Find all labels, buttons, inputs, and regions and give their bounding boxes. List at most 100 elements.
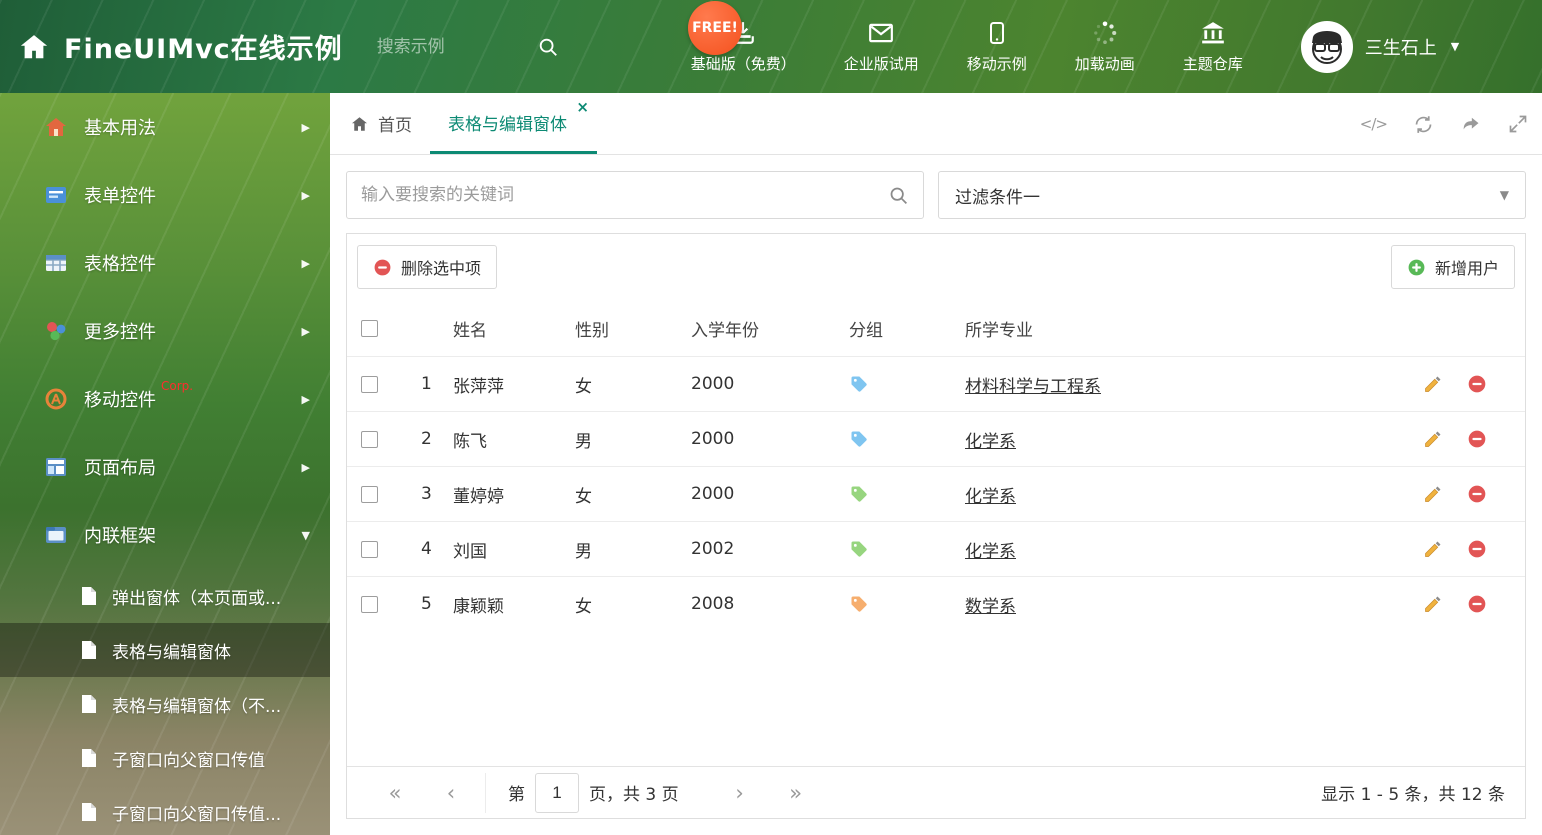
sidebar-subitem-grid-edit-window-2[interactable]: 表格与编辑窗体（不...	[0, 677, 330, 731]
arrow-right-icon: ▶	[301, 392, 310, 406]
delete-selected-button[interactable]: 删除选中项	[357, 245, 498, 289]
nav-label: 基础版（免费）	[690, 54, 796, 73]
tab-label: 表格与编辑窗体	[448, 114, 567, 135]
avatar	[1300, 20, 1353, 73]
file-icon	[82, 695, 96, 713]
edit-icon[interactable]	[1423, 484, 1443, 504]
page-number-input[interactable]	[535, 772, 579, 813]
refresh-icon[interactable]	[1413, 114, 1434, 135]
row-checkbox[interactable]	[361, 595, 378, 613]
sidebar-item-more-controls[interactable]: 更多控件 ▶	[0, 297, 330, 365]
free-badge: FREE!	[688, 1, 742, 55]
mobile-icon	[989, 21, 1004, 44]
edit-icon[interactable]	[1423, 594, 1443, 614]
col-header-name[interactable]: 姓名	[453, 300, 575, 356]
sidebar-subitem-child-to-parent[interactable]: 子窗口向父窗口传值	[0, 731, 330, 785]
header-search-input[interactable]	[376, 36, 527, 57]
arrow-right-icon: ▶	[301, 460, 310, 474]
major-link[interactable]: 化学系	[965, 427, 1016, 452]
cell-name: 陈飞	[453, 411, 575, 466]
cell-name: 董婷婷	[453, 466, 575, 521]
search-icon[interactable]	[537, 36, 559, 58]
nav-item-enterprise-trial[interactable]: 企业版试用	[820, 20, 943, 74]
sidebar: 基本用法 ▶ 表单控件 ▶ 表格控件 ▶ 更多控件 ▶ 移动控件 Corp. ▶…	[0, 93, 330, 835]
sidebar-item-mobile-controls[interactable]: 移动控件 Corp. ▶	[0, 365, 330, 433]
sidebar-item-iframe[interactable]: 内联框架 ▼	[0, 501, 330, 569]
row-checkbox[interactable]	[361, 540, 378, 558]
major-link[interactable]: 数学系	[965, 592, 1016, 617]
tab-home[interactable]: 首页	[332, 93, 430, 154]
prev-page-button[interactable]: ‹	[423, 781, 479, 805]
share-icon[interactable]	[1460, 114, 1482, 134]
page-number-group: 第 页，共 3 页	[485, 772, 701, 813]
col-header-group[interactable]: 分组	[849, 300, 965, 356]
user-menu[interactable]: 三生石上 ▼	[1300, 20, 1459, 73]
major-link[interactable]: 材料科学与工程系	[965, 372, 1101, 397]
cell-name: 康颖颖	[453, 576, 575, 631]
grid-panel: 删除选中项 新增用户 姓名 性别 入学年份 分组 所学专业 1 张萍萍 女 20…	[346, 233, 1526, 819]
edit-icon[interactable]	[1423, 429, 1443, 449]
corp-badge: Corp.	[161, 379, 194, 393]
file-icon	[82, 749, 96, 767]
major-link[interactable]: 化学系	[965, 537, 1016, 562]
delete-icon[interactable]	[1467, 594, 1487, 614]
tag-icon	[851, 486, 867, 502]
row-index: 1	[405, 356, 453, 411]
sidebar-item-form-controls[interactable]: 表单控件 ▶	[0, 161, 330, 229]
file-icon	[82, 803, 96, 821]
sidebar-item-label: 基本用法	[84, 118, 156, 139]
edit-icon[interactable]	[1423, 374, 1443, 394]
grid-toolbar: 删除选中项 新增用户	[347, 234, 1525, 300]
add-user-button[interactable]: 新增用户	[1390, 245, 1515, 289]
keyword-search-box	[346, 171, 924, 219]
edit-icon[interactable]	[1423, 539, 1443, 559]
table-row: 5 康颖颖 女 2008 数学系	[347, 576, 1525, 631]
col-header-gender[interactable]: 性别	[575, 300, 691, 356]
select-all-checkbox[interactable]	[361, 319, 378, 337]
tag-icon	[851, 376, 867, 392]
home-icon	[352, 116, 367, 131]
sidebar-subitem-popup-window[interactable]: 弹出窗体（本页面或...	[0, 569, 330, 623]
user-name: 三生石上	[1364, 37, 1437, 59]
next-page-button[interactable]: ›	[712, 781, 768, 805]
nav-item-mobile-demo[interactable]: 移动示例	[943, 20, 1051, 74]
sidebar-item-page-layout[interactable]: 页面布局 ▶	[0, 433, 330, 501]
keyword-search-input[interactable]	[361, 185, 888, 205]
table-row: 1 张萍萍 女 2000 材料科学与工程系	[347, 356, 1525, 411]
col-header-major[interactable]: 所学专业	[965, 300, 1413, 356]
nav-label: 主题仓库	[1182, 54, 1243, 73]
sidebar-subitem-child-to-parent-2[interactable]: 子窗口向父窗口传值...	[0, 785, 330, 835]
source-code-icon[interactable]: </>	[1360, 115, 1388, 133]
row-checkbox[interactable]	[361, 485, 378, 503]
nav-item-loading-animation[interactable]: 加载动画	[1051, 20, 1159, 74]
delete-icon[interactable]	[1467, 539, 1487, 559]
tab-grid-edit-window[interactable]: 表格与编辑窗体 ×	[430, 93, 597, 154]
last-page-button[interactable]: »	[768, 781, 824, 805]
delete-icon[interactable]	[1467, 484, 1487, 504]
nav-item-theme-store[interactable]: 主题仓库	[1159, 20, 1267, 74]
record-summary: 显示 1 - 5 条，共 12 条	[1321, 785, 1505, 805]
filter-dropdown[interactable]: 过滤条件一 ▼	[938, 171, 1526, 219]
row-index: 2	[405, 411, 453, 466]
frame-icon	[46, 527, 66, 543]
filter-dropdown-value: 过滤条件一	[955, 187, 1040, 208]
sidebar-subitem-grid-edit-window[interactable]: 表格与编辑窗体	[0, 623, 330, 677]
sidebar-item-grid-controls[interactable]: 表格控件 ▶	[0, 229, 330, 297]
first-page-button[interactable]: «	[367, 781, 423, 805]
delete-icon[interactable]	[1467, 374, 1487, 394]
cell-year: 2008	[691, 576, 849, 631]
major-link[interactable]: 化学系	[965, 482, 1016, 507]
close-icon[interactable]: ×	[576, 100, 589, 115]
delete-icon[interactable]	[1467, 429, 1487, 449]
brand[interactable]: FineUIMvc在线示例	[18, 27, 343, 66]
row-checkbox[interactable]	[361, 375, 378, 393]
nav-label: 加载动画	[1074, 54, 1135, 73]
sidebar-item-basic-usage[interactable]: 基本用法 ▶	[0, 93, 330, 161]
col-header-year[interactable]: 入学年份	[691, 300, 849, 356]
expand-icon[interactable]	[1508, 114, 1528, 134]
cell-gender: 女	[575, 356, 691, 411]
tab-bar: 首页 表格与编辑窗体 × </>	[330, 93, 1542, 155]
row-checkbox[interactable]	[361, 430, 378, 448]
app-title: FineUIMvc在线示例	[64, 34, 343, 65]
search-icon[interactable]	[888, 185, 909, 206]
